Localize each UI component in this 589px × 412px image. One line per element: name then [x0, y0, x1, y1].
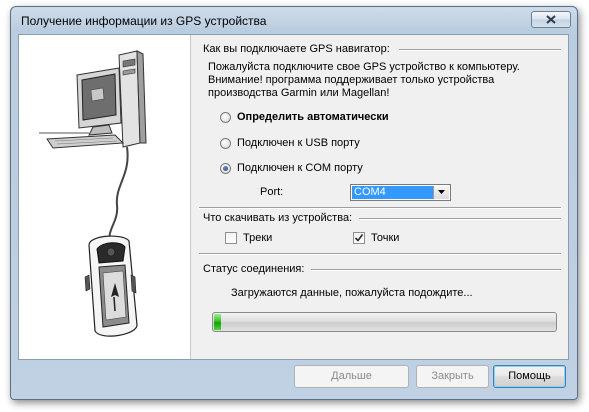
radio-com-port[interactable]: Подключен к COM порту [220, 162, 363, 174]
next-button[interactable]: Дальше [294, 365, 409, 388]
checkbox-points-label: Точки [371, 232, 400, 244]
close-icon [546, 15, 556, 24]
radio-auto-detect-label: Определить автоматически [237, 111, 389, 123]
connect-instruction-line-1: Пожалуйста подключите свое GPS устройств… [208, 61, 520, 73]
radio-com-port-label: Подключен к COM порту [237, 162, 363, 174]
radio-button[interactable] [220, 111, 231, 123]
close-button[interactable]: Закрыть [416, 365, 489, 388]
status-heading: Статус соединения: [203, 263, 305, 275]
port-select-value: COM4 [352, 186, 433, 199]
download-heading: Что скачивать из устройства: [203, 212, 353, 224]
download-top-separator [199, 207, 561, 209]
connection-heading: Как вы подключаете GPS навигатор: [203, 43, 390, 55]
connect-instruction-line-3: производства Garmin или Magellan! [208, 87, 390, 99]
port-select-dropdown-button[interactable] [433, 186, 449, 199]
gps-dialog-window: Получение информации из GPS устройства К… [10, 6, 578, 400]
download-separator [359, 218, 561, 220]
radio-auto-detect[interactable]: Определить автоматически [220, 111, 389, 123]
gps-device-illustration [39, 50, 147, 337]
connect-instruction-line-2: Внимание! программа поддерживает только … [208, 74, 495, 86]
checkbox-box[interactable] [225, 232, 237, 244]
checkbox-tracks[interactable]: Треки [225, 232, 272, 244]
close-window-button[interactable] [531, 11, 571, 28]
progress-bar-fill [214, 314, 221, 330]
illustration-panel [19, 35, 191, 359]
status-top-separator [199, 253, 561, 255]
status-separator [311, 269, 561, 271]
dialog-client-area: Как вы подключаете GPS навигатор: Пожалу… [18, 34, 569, 360]
port-label: Port: [260, 186, 284, 198]
radio-button-selected[interactable] [220, 162, 231, 174]
title-bar[interactable]: Получение информации из GPS устройства [11, 7, 577, 33]
chevron-down-icon [438, 190, 445, 194]
help-button[interactable]: Помощь [493, 365, 566, 388]
checkmark-icon [354, 234, 364, 242]
radio-usb-port-label: Подключен к USB порту [237, 137, 360, 149]
port-select[interactable]: COM4 [350, 184, 451, 201]
window-title: Получение информации из GPS устройства [21, 14, 267, 28]
checkbox-box-checked[interactable] [353, 232, 365, 244]
radio-button[interactable] [220, 137, 231, 149]
checkbox-points[interactable]: Точки [353, 232, 399, 244]
download-progress-bar [212, 312, 557, 332]
status-message: Загружаются данные, пожалуйста подождите… [231, 287, 473, 299]
radio-usb-port[interactable]: Подключен к USB порту [220, 137, 360, 149]
checkbox-tracks-label: Треки [243, 232, 273, 244]
connection-separator [399, 49, 561, 51]
